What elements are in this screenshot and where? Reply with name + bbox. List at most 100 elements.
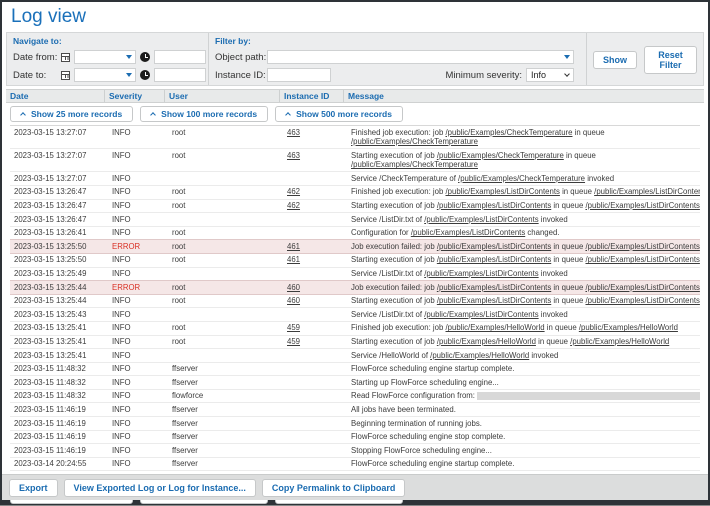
instance-link[interactable]: 461 — [287, 242, 300, 251]
message-text: Starting execution of job — [351, 201, 437, 210]
message-link[interactable]: /public/Examples/CheckTemperature — [437, 151, 564, 160]
instance-link[interactable]: 462 — [287, 201, 300, 210]
severity-cell: INFO — [108, 458, 168, 471]
clock-icon[interactable] — [140, 70, 150, 80]
message-link[interactable]: /public/Examples/ListDirContents — [585, 201, 699, 210]
user-cell: ffserver — [168, 431, 283, 444]
chevron-down-icon — [564, 71, 570, 77]
message-link[interactable]: /public/Examples/CheckTemperature — [351, 137, 478, 146]
date-to-combo[interactable] — [74, 68, 136, 82]
instance-link[interactable]: 459 — [287, 323, 300, 332]
message-link[interactable]: /public/Examples/HelloWorld — [430, 351, 529, 360]
minimum-severity-select[interactable]: Info — [526, 68, 574, 82]
message-link[interactable]: /public/Examples/ListDirContents — [446, 187, 560, 196]
date-to-time-input[interactable] — [154, 68, 206, 82]
column-header-user[interactable]: User — [164, 90, 279, 102]
export-button[interactable]: Export — [9, 479, 58, 497]
user-cell — [168, 349, 283, 362]
message-link[interactable]: /public/Examples/ListDirContents — [585, 283, 699, 292]
table-row: 2023-03-15 13:25:41INFOroot459Finished j… — [10, 322, 700, 336]
object-path-combo[interactable] — [267, 50, 574, 64]
instance-id-label: Instance ID: — [215, 70, 267, 81]
severity-cell: INFO — [108, 295, 168, 308]
message-link[interactable]: /public/Examples/ListDirContents — [437, 242, 551, 251]
severity-cell: INFO — [108, 336, 168, 349]
date-from-input[interactable] — [75, 52, 123, 62]
instance-link[interactable]: 459 — [287, 337, 300, 346]
column-header-instance-id[interactable]: Instance ID — [279, 90, 343, 102]
show-500-more-button[interactable]: Show 500 more records — [275, 106, 403, 122]
message-link[interactable]: /public/Examples/HelloWorld — [570, 337, 669, 346]
message-link[interactable]: /public/Examples/ListDirContents — [424, 269, 538, 278]
date-cell: 2023-03-14 20:24:55 — [10, 458, 108, 471]
instance-link[interactable]: 460 — [287, 296, 300, 305]
chevron-down-icon[interactable] — [564, 55, 570, 59]
clock-icon[interactable] — [140, 52, 150, 62]
message-text: Beginning termination of running jobs. — [351, 419, 482, 428]
instance-cell — [283, 227, 347, 240]
date-cell: 2023-03-15 11:48:32 — [10, 363, 108, 376]
reset-filter-button[interactable]: Reset Filter — [644, 46, 697, 74]
message-link[interactable]: /public/Examples/ListDirContents — [437, 283, 551, 292]
table-row: 2023-03-15 11:46:19INFOffserverBeginning… — [10, 417, 700, 431]
calendar-icon[interactable] — [61, 53, 70, 62]
user-cell: root — [168, 295, 283, 308]
date-from-combo[interactable] — [74, 50, 136, 64]
column-header-date[interactable]: Date — [6, 90, 104, 102]
message-link[interactable]: /public/Examples/CheckTemperature — [351, 160, 478, 169]
chevron-up-icon — [20, 112, 26, 118]
column-header-message[interactable]: Message — [343, 90, 704, 102]
message-link[interactable]: /public/Examples/HelloWorld — [579, 323, 678, 332]
date-cell: 2023-03-15 13:25:41 — [10, 349, 108, 362]
instance-link[interactable]: 460 — [287, 283, 300, 292]
message-link[interactable]: /public/Examples/ListDirContents — [437, 255, 551, 264]
object-path-label: Object path: — [215, 52, 267, 63]
message-link[interactable]: /public/Examples/ListDirContents — [437, 201, 551, 210]
chevron-down-icon[interactable] — [126, 55, 132, 59]
message-link[interactable]: /public/Examples/ListDirContents — [585, 255, 699, 264]
instance-link[interactable]: 463 — [287, 128, 300, 137]
message-link[interactable]: /public/Examples/HelloWorld — [446, 323, 545, 332]
message-link[interactable]: /public/Examples/CheckTemperature — [458, 174, 585, 183]
instance-cell: 463 — [283, 126, 347, 148]
chevron-down-icon[interactable] — [126, 73, 132, 77]
table-row: 2023-03-15 11:46:19INFOffserverAll jobs … — [10, 403, 700, 417]
message-link[interactable]: /public/Examples/HelloWorld — [437, 337, 536, 346]
instance-cell — [283, 213, 347, 226]
object-path-input[interactable] — [268, 52, 561, 62]
user-cell: ffserver — [168, 376, 283, 389]
message-link[interactable]: /public/Examples/ListDirContents — [585, 242, 699, 251]
message-link[interactable]: /public/Examples/ListDirContents — [411, 228, 525, 237]
date-cell: 2023-03-15 13:25:41 — [10, 322, 108, 335]
instance-link[interactable]: 461 — [287, 255, 300, 264]
instance-link[interactable]: 463 — [287, 151, 300, 160]
date-to-input[interactable] — [75, 70, 123, 80]
instance-id-input[interactable] — [267, 68, 331, 82]
message-link[interactable]: /public/Examples/ListDirContents — [585, 296, 699, 305]
date-cell: 2023-03-15 13:27:07 — [10, 149, 108, 171]
message-cell: Configuration for /public/Examples/ListD… — [347, 227, 700, 240]
column-header-severity[interactable]: Severity — [104, 90, 164, 102]
show-100-more-button[interactable]: Show 100 more records — [140, 106, 268, 122]
view-exported-log-button[interactable]: View Exported Log or Log for Instance... — [64, 479, 256, 497]
date-from-time-input[interactable] — [154, 50, 206, 64]
calendar-icon[interactable] — [61, 71, 70, 80]
show-25-more-button[interactable]: Show 25 more records — [10, 106, 133, 122]
copy-permalink-button[interactable]: Copy Permalink to Clipboard — [262, 479, 406, 497]
date-cell: 2023-03-15 11:48:32 — [10, 390, 108, 403]
message-link[interactable]: /public/Examples/CheckTemperature — [446, 128, 573, 137]
instance-cell — [283, 417, 347, 430]
message-text: Starting up FlowForce scheduling engine.… — [351, 378, 499, 387]
severity-cell: INFO — [108, 126, 168, 148]
show-button[interactable]: Show — [593, 51, 637, 69]
message-cell: Service /HelloWorld of /public/Examples/… — [347, 349, 700, 362]
message-link[interactable]: /public/Examples/ListDirContents — [424, 215, 538, 224]
message-link[interactable]: /public/Examples/ListDirContents — [424, 310, 538, 319]
user-cell: root — [168, 200, 283, 213]
table-row: 2023-03-15 13:26:47INFOroot462Finished j… — [10, 186, 700, 200]
message-link[interactable]: /public/Examples/ListDirContents — [594, 187, 700, 196]
instance-link[interactable]: 462 — [287, 187, 300, 196]
date-cell: 2023-03-15 13:27:07 — [10, 172, 108, 185]
message-text: invoked — [529, 351, 558, 360]
message-link[interactable]: /public/Examples/ListDirContents — [437, 296, 551, 305]
